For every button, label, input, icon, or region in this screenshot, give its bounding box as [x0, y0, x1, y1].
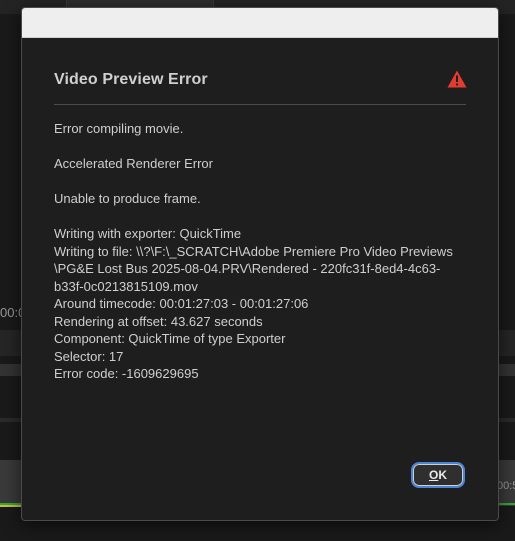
message-line: Accelerated Renderer Error: [54, 156, 213, 171]
ok-button-mnemonic: O: [428, 468, 439, 482]
dialog-title: Video Preview Error: [54, 71, 208, 88]
detail-line: Error code: -1609629695: [54, 366, 199, 381]
dialog-titlebar[interactable]: [22, 8, 498, 38]
warning-triangle-icon: [447, 70, 467, 88]
detail-line: Rendering at offset: 43.627 seconds: [54, 313, 263, 329]
detail-line: Writing with exporter: QuickTime: [54, 226, 242, 241]
detail-line: \PG&E Lost Bus 2025-08-04.PRV\Rendered -…: [54, 261, 441, 276]
ok-button[interactable]: OK: [411, 462, 465, 488]
detail-line: Selector: 17: [54, 348, 124, 364]
message-line: Error compiling movie.: [54, 121, 184, 136]
ok-button-label: K: [438, 468, 447, 482]
background-timecode: 00:5: [497, 480, 515, 492]
message-line: Unable to produce frame.: [54, 191, 201, 206]
detail-line: Writing to file: \\?\F:\_SCRATCH\Adobe P…: [54, 243, 453, 259]
detail-line: Around timecode: 00:01:27:03 - 00:01:27:…: [54, 296, 309, 311]
title-divider: [54, 104, 466, 105]
detail-line: Component: QuickTime of type Exporter: [54, 331, 286, 346]
detail-line: b33f-0c0213815109.mov: [54, 278, 198, 294]
error-dialog: Video Preview Error Error compiling movi…: [21, 7, 499, 521]
